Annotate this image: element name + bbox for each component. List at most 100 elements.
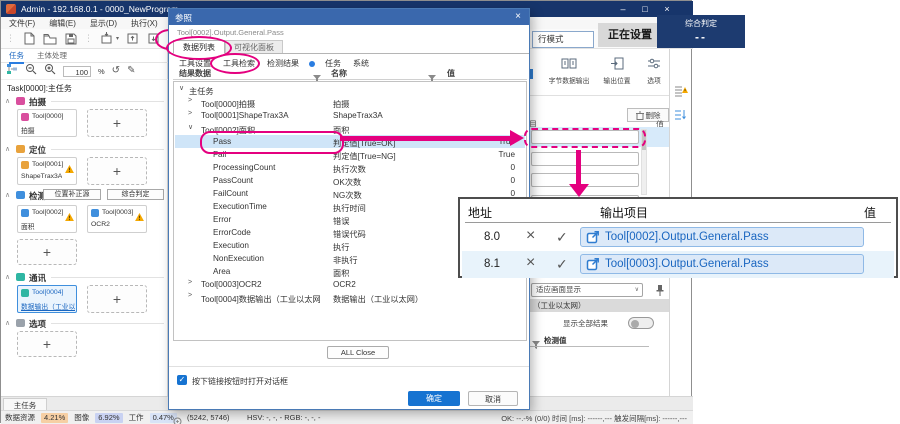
new-file-icon[interactable] bbox=[21, 31, 36, 46]
tree-item-name: Execution bbox=[213, 241, 249, 250]
data-output-tool-icon bbox=[21, 289, 29, 297]
collapse-icon[interactable]: ∨ bbox=[179, 84, 184, 92]
col-value: 值 bbox=[447, 68, 455, 79]
overall-judgment-button[interactable]: 综合判定 bbox=[107, 189, 164, 200]
open-dialog-checkbox-label: 按下链接按钮时打开对话框 bbox=[192, 376, 288, 387]
open-dialog-checkbox[interactable]: ✓ bbox=[177, 375, 187, 385]
add-inspect-tool-button[interactable]: + bbox=[17, 239, 77, 265]
close-button[interactable]: × bbox=[657, 2, 677, 16]
sort-filter-icon[interactable] bbox=[674, 109, 688, 127]
collapse-chevron-icon[interactable] bbox=[5, 319, 10, 327]
minimize-button[interactable]: – bbox=[613, 2, 633, 16]
tree-row[interactable]: >Tool[0001]ShapeTrax3AShapeTrax3A bbox=[175, 109, 525, 122]
collapse-chevron-icon[interactable] bbox=[5, 273, 10, 281]
tool-card-0000[interactable]: Tool[0000] 拍摄 bbox=[17, 109, 77, 137]
collapse-chevron-icon[interactable] bbox=[5, 191, 10, 199]
tree-row[interactable]: ∨主任务 bbox=[175, 83, 525, 96]
output-item-label: Tool[0003].Output.General.Pass bbox=[605, 258, 769, 270]
ribbon-item-options[interactable]: 选项 bbox=[641, 57, 667, 88]
tree-row[interactable]: >Tool[0004]数据输出（工业以太网数据输出（工业以太网） bbox=[175, 291, 525, 304]
collapse-chevron-icon[interactable] bbox=[5, 97, 10, 105]
tool-card-0003[interactable]: Tool[0003] OCR2 bbox=[87, 205, 147, 233]
show-all-results-toggle[interactable] bbox=[628, 317, 654, 329]
tree-row[interactable]: PassCountOK次数0 bbox=[175, 174, 525, 187]
option-section-icon bbox=[16, 319, 25, 327]
tool-card-0001[interactable]: Tool[0001] ShapeTrax3A bbox=[17, 157, 77, 185]
expand-icon[interactable]: > bbox=[188, 279, 192, 286]
check-assignment-icon[interactable]: ✓ bbox=[556, 229, 568, 246]
status-resources: 数据资源4.21%图像6.92%工作0.47% bbox=[5, 412, 177, 423]
tree-item-cname: 面积 bbox=[333, 267, 349, 279]
tool-card-0004-selected[interactable]: Tool[0004] 数据输出（工业以... bbox=[17, 285, 77, 313]
measure-once-icon[interactable] bbox=[99, 31, 114, 46]
add-option-tool-button[interactable]: + bbox=[17, 331, 77, 357]
dialog-close-button[interactable]: × bbox=[511, 10, 525, 24]
zoom-in-icon[interactable] bbox=[44, 62, 56, 80]
edit-flow-icon[interactable]: ✎ bbox=[127, 66, 135, 76]
status-bar: 数据资源4.21%图像6.92%工作0.47% (5242, 5746) HSV… bbox=[1, 410, 693, 424]
measure-start-icon[interactable] bbox=[125, 31, 140, 46]
output-slot[interactable] bbox=[531, 152, 639, 166]
output-item-link[interactable]: Tool[0002].Output.General.Pass bbox=[580, 227, 864, 247]
ok-button[interactable]: 确定 bbox=[408, 391, 460, 406]
chevron-down-icon[interactable]: ▾ bbox=[116, 35, 119, 42]
ribbon-item-output-position[interactable]: 输出位置 bbox=[597, 57, 637, 88]
menu-item-0[interactable]: 文件(F) bbox=[9, 18, 35, 29]
section-position-header[interactable]: 定位 bbox=[1, 145, 168, 155]
section-divider bbox=[51, 149, 164, 150]
zoom-percent-unit: % bbox=[98, 67, 105, 76]
reset-view-icon[interactable]: ↺ bbox=[112, 66, 120, 76]
tool-card-0002[interactable]: Tool[0002] 面积 bbox=[17, 205, 77, 233]
clear-assignment-icon[interactable]: × bbox=[526, 227, 535, 245]
add-position-tool-button[interactable]: + bbox=[87, 157, 147, 185]
menu-item-2[interactable]: 显示(D) bbox=[90, 18, 117, 29]
all-close-button[interactable]: ALL Close bbox=[327, 346, 389, 359]
tab-visual-panel[interactable]: 可视化面板 bbox=[225, 40, 283, 54]
window-title: Admin - 192.168.0.1 - 0000_NewProgram bbox=[21, 4, 178, 14]
zoom-out-icon[interactable] bbox=[25, 62, 37, 80]
expand-icon[interactable]: > bbox=[188, 110, 192, 117]
expand-icon[interactable]: > bbox=[188, 292, 192, 299]
section-option-header[interactable]: 选项 bbox=[1, 319, 168, 329]
add-comm-tool-button[interactable]: + bbox=[87, 285, 147, 313]
section-capture-header[interactable]: 拍摄 bbox=[1, 97, 168, 107]
tree-row[interactable]: >Tool[0000]拍摄拍摄 bbox=[175, 96, 525, 109]
dialog-titlebar[interactable]: 参照 × bbox=[169, 9, 529, 25]
maximize-button[interactable]: □ bbox=[635, 2, 655, 16]
sidebar-tab-main-process[interactable]: 主体处理 bbox=[37, 50, 67, 61]
run-mode-combo[interactable]: 行模式 bbox=[532, 31, 594, 48]
toggle-knob bbox=[631, 320, 639, 328]
section-comm-header[interactable]: 通讯 bbox=[1, 273, 168, 283]
clear-assignment-icon[interactable]: × bbox=[526, 254, 535, 272]
output-item-link[interactable]: Tool[0003].Output.General.Pass bbox=[580, 254, 864, 274]
collapse-chevron-icon[interactable] bbox=[5, 145, 10, 153]
ribbon-item-byte-output[interactable]: 字节数据输出 bbox=[547, 57, 591, 88]
tree-item-name: Tool[0004]数据输出（工业以太网 bbox=[201, 293, 321, 305]
flow-tree-icon[interactable] bbox=[6, 62, 18, 80]
tree-row[interactable]: >Tool[0003]OCR2OCR2 bbox=[175, 278, 525, 291]
check-assignment-icon[interactable]: ✓ bbox=[556, 256, 568, 273]
tree-item-name: Tool[0003]OCR2 bbox=[201, 280, 262, 289]
sidebar-tabs: 任务 主体处理 bbox=[1, 49, 168, 63]
save-icon[interactable] bbox=[63, 31, 78, 46]
section-title: 通讯 bbox=[29, 272, 46, 284]
error-log-icon[interactable] bbox=[674, 85, 688, 103]
tree-row[interactable]: ProcessingCount执行次数0 bbox=[175, 161, 525, 174]
menu-item-3[interactable]: 执行(X) bbox=[131, 18, 158, 29]
menu-item-1[interactable]: 编辑(E) bbox=[49, 18, 76, 29]
collapse-icon[interactable]: ∨ bbox=[188, 123, 193, 131]
section-title: 定位 bbox=[29, 144, 46, 156]
zoom-percent-input[interactable]: 100 bbox=[63, 66, 91, 77]
display-mode-combo[interactable]: 适应画面显示 ∨ bbox=[531, 283, 643, 297]
section-inspect-header[interactable]: 检测 位置补正源 综合判定 bbox=[1, 191, 168, 201]
filter-icon[interactable] bbox=[532, 336, 540, 354]
cancel-button[interactable]: 取消 bbox=[468, 391, 518, 406]
position-correction-button[interactable]: 位置补正源 bbox=[43, 189, 101, 200]
expand-icon[interactable]: > bbox=[188, 97, 192, 104]
tool-name: OCR2 bbox=[91, 221, 110, 228]
open-folder-icon[interactable] bbox=[42, 31, 57, 46]
add-capture-tool-button[interactable]: + bbox=[87, 109, 147, 137]
callout-row: 8.1×✓Tool[0003].Output.General.Pass bbox=[462, 251, 894, 278]
comm-section-icon bbox=[16, 273, 25, 281]
status-chip-0: 4.21% bbox=[41, 413, 68, 423]
